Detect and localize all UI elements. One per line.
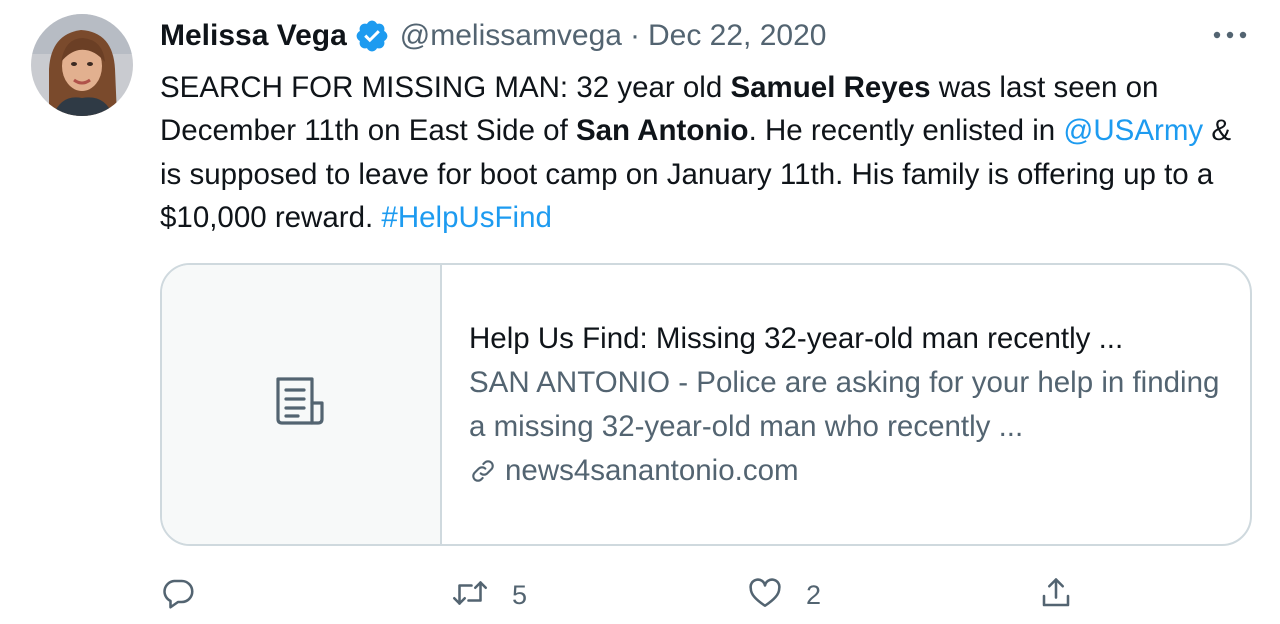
link-preview-card[interactable]: Help Us Find: Missing 32-year-old man re… [160, 263, 1252, 546]
mention-link[interactable]: @USArmy [1063, 114, 1203, 147]
action-bar: 5 2 [0, 570, 1280, 620]
author-handle[interactable]: @melissamvega [400, 19, 622, 53]
author-name[interactable]: Melissa Vega [160, 19, 347, 53]
article-icon [272, 373, 330, 436]
tweet-date[interactable]: Dec 22, 2020 [648, 19, 826, 53]
tweet-header: Melissa Vega @melissamvega · Dec 22, 202… [160, 16, 826, 56]
card-thumbnail [162, 265, 442, 544]
link-icon [469, 457, 497, 485]
heart-icon [746, 575, 784, 616]
more-options-icon[interactable] [1208, 22, 1252, 48]
reply-icon [160, 575, 196, 616]
reply-button[interactable] [160, 570, 196, 620]
verified-badge-icon [354, 18, 390, 54]
share-button[interactable] [1038, 570, 1074, 620]
like-count: 2 [806, 579, 822, 610]
card-domain-text: news4sanantonio.com [505, 454, 799, 487]
avatar[interactable] [31, 14, 133, 116]
tweet-text-part: . He recently enlisted in [748, 114, 1064, 148]
card-domain: news4sanantonio.com [469, 449, 1250, 493]
tweet-text-bold-name: Samuel Reyes [730, 71, 931, 104]
card-title: Help Us Find: Missing 32-year-old man re… [469, 322, 1124, 355]
card-body: Help Us Find: Missing 32-year-old man re… [442, 265, 1250, 544]
tweet[interactable]: Melissa Vega @melissamvega · Dec 22, 202… [0, 0, 1280, 624]
tweet-text-part: SEARCH FOR MISSING MAN: 32 year old [160, 71, 731, 104]
separator-dot: · [629, 19, 640, 52]
share-icon [1038, 575, 1074, 616]
hashtag-link[interactable]: #HelpUsFind [381, 201, 552, 234]
retweet-count: 5 [512, 579, 528, 610]
retweet-icon [450, 575, 490, 616]
retweet-button[interactable]: 5 [450, 570, 527, 620]
card-description: SAN ANTONIO - Police are asking for your… [469, 366, 1220, 443]
tweet-text: SEARCH FOR MISSING MAN: 32 year old Samu… [160, 66, 1260, 239]
tweet-text-bold-place: San Antonio [575, 114, 749, 148]
like-button[interactable]: 2 [746, 570, 821, 620]
